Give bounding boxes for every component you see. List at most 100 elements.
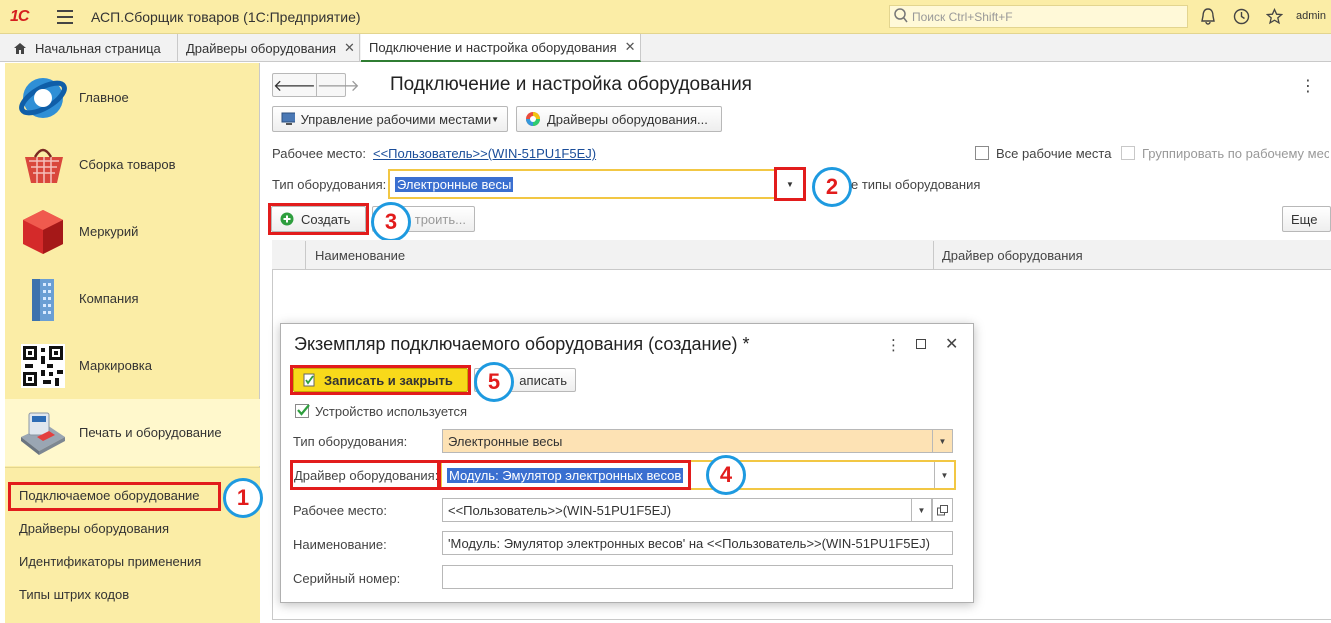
column-header-name[interactable]: Наименование — [315, 248, 405, 263]
dialog-title: Экземпляр подключаемого оборудования (со… — [294, 334, 750, 354]
monitor-icon — [281, 112, 295, 125]
section-label: Сборка товаров — [79, 157, 176, 172]
equipment-drivers-button[interactable]: Драйверы оборудования... — [516, 106, 722, 132]
equipment-type-dropdown-button[interactable]: ▼ — [774, 167, 806, 201]
sidebar-section-mercury[interactable]: Меркурий — [5, 198, 260, 265]
bell-icon[interactable] — [1200, 8, 1216, 25]
home-icon — [14, 42, 26, 54]
highlight-box-5 — [290, 365, 471, 395]
serial-label: Серийный номер: — [293, 571, 401, 586]
tab-home[interactable]: Начальная страница — [5, 34, 178, 62]
type-value: Электронные весы — [448, 433, 563, 449]
app-title: АСП.Сборщик товаров (1С:Предприятие) — [91, 9, 361, 25]
equipment-type-value: Электронные весы — [395, 176, 514, 192]
section-label: Главное — [79, 90, 129, 105]
highlight-box-4b — [438, 460, 691, 490]
more-button[interactable]: Еще — [1282, 206, 1331, 232]
page-title: Подключение и настройка оборудования — [390, 74, 752, 95]
basket-icon — [25, 148, 63, 183]
forward-arrow-icon[interactable]: 🡒 — [317, 74, 360, 96]
step-marker-1: 1 — [223, 478, 263, 518]
close-icon[interactable]: ✕ — [625, 39, 636, 55]
workplace-value: <<Пользователь>>(WIN-51PU1F5EJ) — [448, 502, 672, 518]
1c-logo[interactable]: 1С — [10, 8, 29, 26]
column-divider — [305, 241, 306, 270]
dropdown-arrow-icon[interactable]: ▼ — [911, 499, 931, 521]
open-workplace-button[interactable] — [932, 498, 953, 522]
star-icon[interactable] — [1266, 8, 1283, 25]
building-icon — [32, 278, 54, 321]
button-label: Еще — [1291, 211, 1318, 227]
tab-label: Начальная страница — [35, 40, 161, 56]
manage-workplaces-button[interactable]: Управление рабочими местами ▼ — [272, 106, 508, 132]
equipment-type-label: Тип оборудования: — [272, 177, 387, 192]
highlight-box-1 — [8, 482, 221, 511]
button-label: Управление рабочими местами — [300, 111, 492, 127]
section-label: Печать и оборудование — [79, 425, 222, 440]
dropdown-arrow-icon: ▼ — [491, 114, 499, 124]
open-icon — [937, 504, 948, 515]
tab-equipment-setup[interactable]: Подключение и настройка оборудования ✕ — [361, 34, 641, 62]
search-placeholder: Поиск Ctrl+Shift+F — [912, 10, 1013, 24]
dropdown-arrow-icon[interactable]: ▼ — [932, 430, 952, 452]
sidebar-section-assembly[interactable]: Сборка товаров — [5, 131, 260, 198]
sidebar-section-print-equipment[interactable]: Печать и оборудование — [5, 399, 260, 466]
dialog-more-icon[interactable]: ⋮ — [886, 336, 901, 354]
table-header — [272, 240, 1331, 270]
menu-icon[interactable] — [57, 10, 73, 24]
name-label: Наименование: — [293, 537, 387, 552]
type-field[interactable]: Электронные весы ▼ — [442, 429, 953, 453]
section-label: Маркировка — [79, 358, 152, 373]
button-label: Драйверы оборудования... — [547, 111, 708, 127]
sidebar-item-application-ids[interactable]: Идентификаторы применения — [19, 554, 201, 569]
step-marker-4: 4 — [706, 455, 746, 495]
history-icon[interactable] — [1233, 8, 1250, 25]
user-name[interactable]: admin — [1296, 10, 1326, 22]
sidebar-section-company[interactable]: Компания — [5, 265, 260, 332]
nav-arrows: 🡐 🡒 — [272, 73, 360, 97]
device-used-label: Устройство используется — [315, 404, 468, 419]
tab-drivers[interactable]: Драйверы оборудования ✕ — [178, 34, 360, 62]
sidebar-item-equipment-drivers[interactable]: Драйверы оборудования — [19, 521, 169, 536]
dropdown-arrow-icon[interactable]: ▼ — [934, 462, 954, 488]
device-used-checkbox[interactable] — [295, 404, 310, 418]
color-wheel-icon — [526, 112, 540, 126]
globe-icon — [19, 77, 67, 118]
sidebar-item-barcode-types[interactable]: Типы штрих кодов — [19, 587, 129, 602]
search-icon — [894, 8, 908, 23]
step-marker-3: 3 — [371, 202, 411, 242]
dialog-close-icon[interactable]: ✕ — [945, 334, 958, 354]
type-label: Тип оборудования: — [293, 434, 408, 449]
button-label: аписать — [519, 372, 567, 388]
group-by-workplace-checkbox[interactable] — [1121, 146, 1135, 160]
section-label: Компания — [79, 291, 139, 306]
column-header-driver[interactable]: Драйвер оборудования — [942, 248, 1083, 263]
checkmark-icon — [297, 404, 310, 416]
equipment-type-field[interactable]: Электронные весы — [388, 169, 806, 199]
cube-icon — [23, 209, 63, 254]
qr-code-icon — [21, 343, 65, 388]
all-workplaces-checkbox[interactable] — [975, 146, 989, 160]
workplace-link[interactable]: <<Пользователь>>(WIN-51PU1F5EJ) — [373, 146, 596, 161]
workplace-field[interactable]: <<Пользователь>>(WIN-51PU1F5EJ) ▼ — [442, 498, 932, 522]
serial-field[interactable] — [442, 565, 953, 589]
sidebar-section-marking[interactable]: Маркировка — [5, 332, 260, 399]
name-field[interactable]: 'Модуль: Эмулятор электронных весов' на … — [442, 531, 953, 555]
group-by-workplace-label: Группировать по рабочему мес — [1142, 146, 1329, 161]
back-arrow-icon[interactable]: 🡐 — [273, 74, 317, 96]
driver-label: Драйвер оборудования: — [294, 468, 439, 483]
section-label: Меркурий — [79, 224, 139, 239]
highlight-box-3 — [268, 203, 369, 235]
all-workplaces-label: Все рабочие места — [996, 146, 1112, 161]
workplace-label: Рабочее место: — [272, 146, 367, 161]
maximize-icon[interactable] — [916, 339, 926, 349]
name-value: 'Модуль: Эмулятор электронных весов' на … — [448, 535, 930, 551]
button-label: троить... — [414, 211, 466, 227]
tab-label: Драйверы оборудования — [186, 40, 337, 56]
more-actions-icon[interactable]: ⋮ — [1300, 76, 1316, 96]
card-terminal-icon — [21, 412, 65, 455]
workplace-label: Рабочее место: — [293, 503, 388, 518]
all-types-label: е типы оборудования — [851, 177, 981, 192]
close-icon[interactable]: ✕ — [344, 40, 355, 56]
sidebar-section-main[interactable]: Главное — [5, 64, 260, 131]
